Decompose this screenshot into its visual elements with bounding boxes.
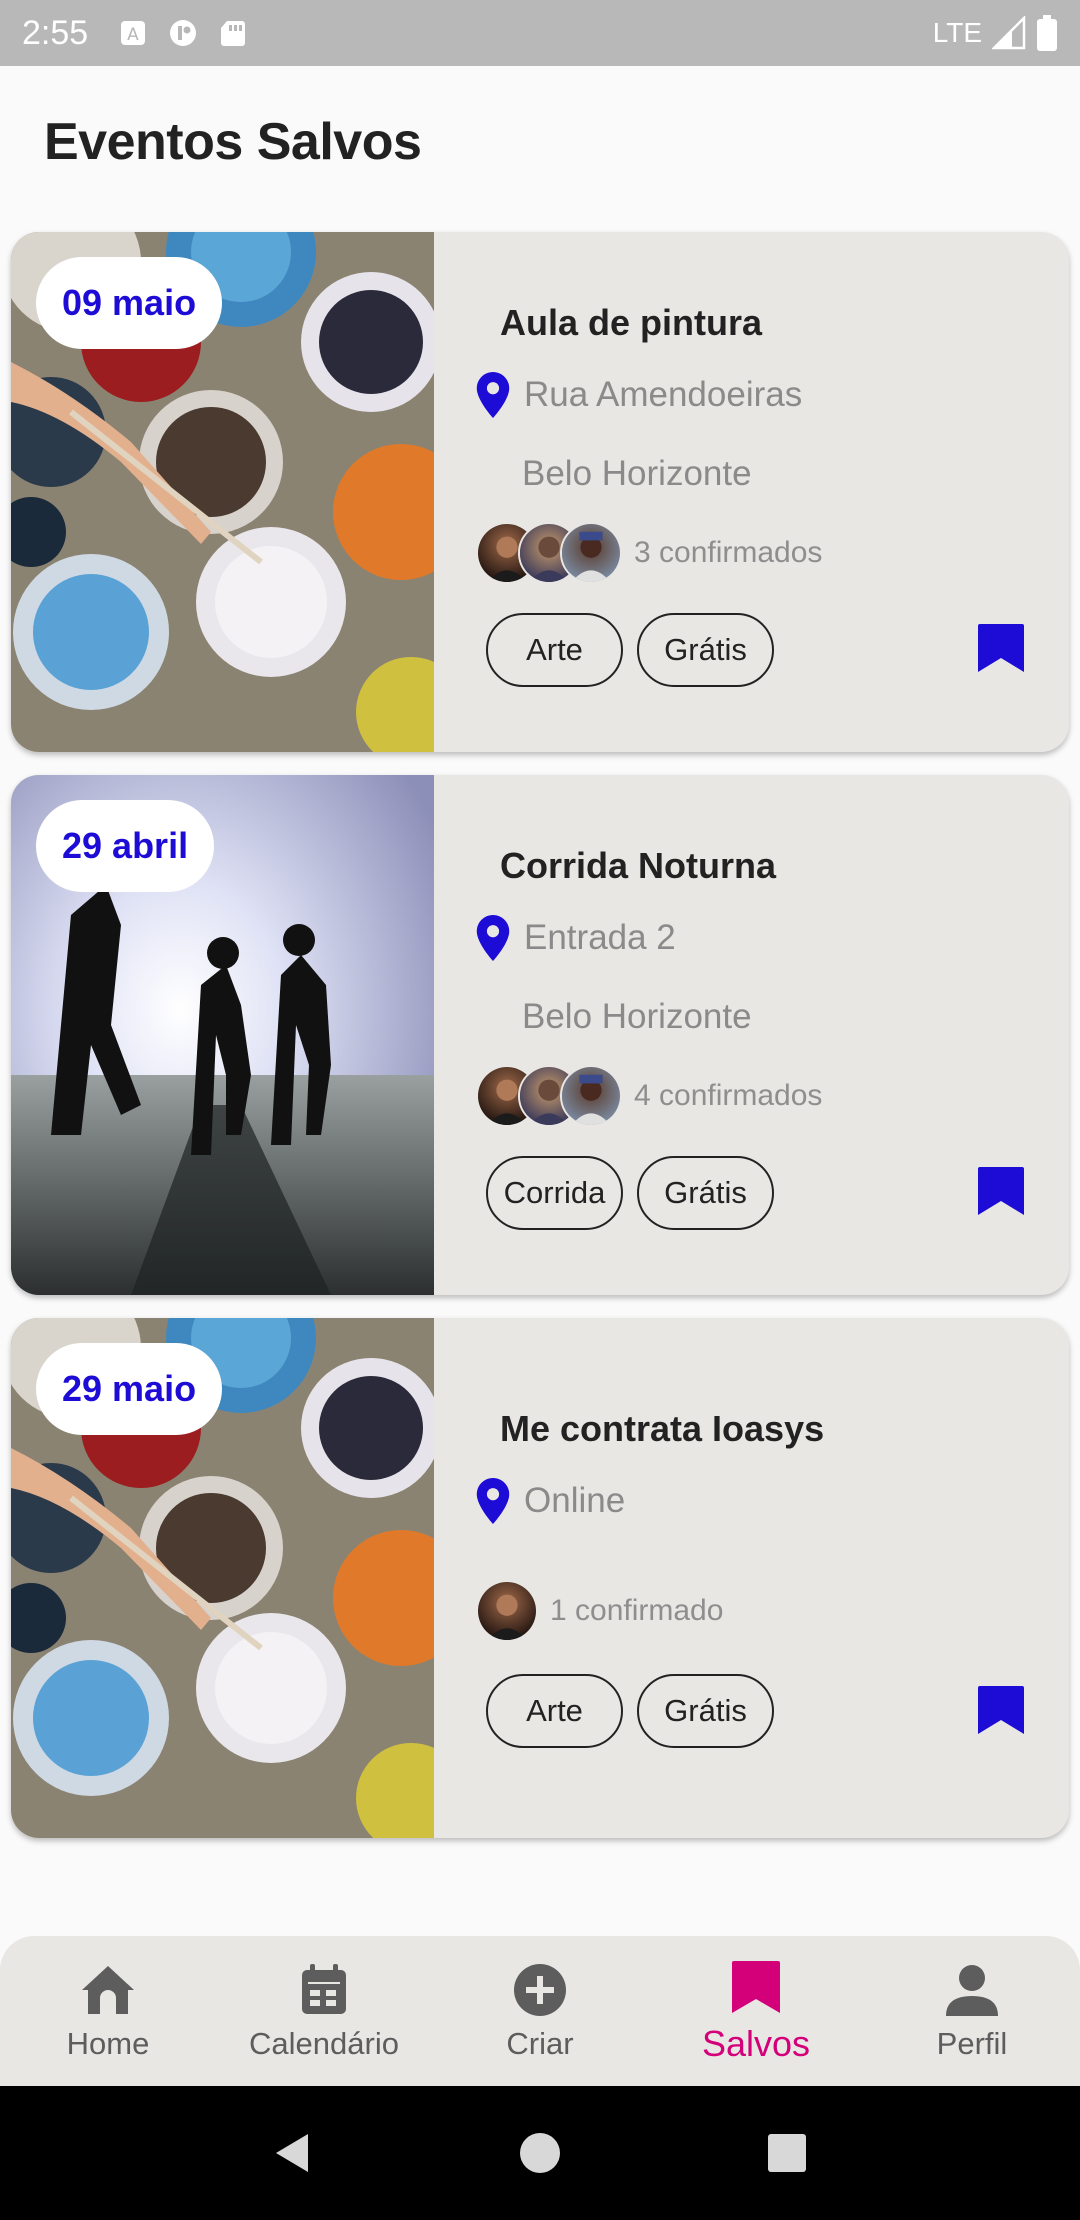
event-date-badge: 29 maio <box>36 1343 223 1435</box>
event-city: Belo Horizonte <box>522 454 752 493</box>
tag-chip[interactable]: Grátis <box>637 1674 774 1748</box>
nav-label: Criar <box>506 2026 574 2061</box>
home-circle-icon[interactable] <box>517 2130 563 2176</box>
avatar <box>476 1580 538 1642</box>
tag-chip[interactable]: Grátis <box>637 613 774 687</box>
sd-card-icon <box>221 21 246 46</box>
home-icon <box>82 1966 134 2014</box>
event-card[interactable]: 29 maio Me contrata Ioasys Online 1 conf… <box>11 1318 1069 1838</box>
system-navigation-bar <box>0 2086 1080 2220</box>
avatar <box>560 522 622 584</box>
event-title[interactable]: Me contrata Ioasys <box>500 1408 824 1450</box>
location-pin-icon <box>476 1478 510 1524</box>
person-icon <box>946 1965 998 2016</box>
attendee-avatars <box>476 1065 622 1127</box>
attendee-count: 1 confirmado <box>550 1594 724 1627</box>
event-title[interactable]: Corrida Noturna <box>500 845 776 887</box>
nav-item-saved[interactable]: Salvos <box>656 1957 856 2065</box>
event-date-badge: 29 abril <box>36 800 215 892</box>
tag-chip[interactable]: Grátis <box>637 1156 774 1230</box>
attendee-count: 3 confirmados <box>634 536 823 569</box>
bottom-navigation: Home Calendário Criar Salvos Perfil <box>0 1936 1080 2086</box>
nav-item-profile[interactable]: Perfil <box>872 1960 1072 2062</box>
nav-label: Perfil <box>936 2026 1008 2061</box>
tag-chip[interactable]: Arte <box>486 613 623 687</box>
nav-item-calendar[interactable]: Calendário <box>224 1960 424 2062</box>
back-icon[interactable] <box>270 2130 316 2176</box>
bookmark-icon[interactable] <box>976 1684 1026 1736</box>
event-card[interactable]: 29 abril Corrida Noturna Entrada 2 Belo … <box>11 775 1069 1295</box>
bookmark-icon <box>732 1961 780 2013</box>
attendee-avatars <box>476 1580 538 1642</box>
svg-text:A: A <box>127 25 139 45</box>
nav-item-home[interactable]: Home <box>8 1960 208 2062</box>
avatar <box>560 1065 622 1127</box>
bookmark-icon[interactable] <box>976 1165 1026 1217</box>
event-location: Online <box>524 1481 626 1520</box>
status-bar: 2:55 A LTE <box>0 0 1080 66</box>
page-title: Eventos Salvos <box>44 113 422 171</box>
battery-icon <box>1037 15 1057 51</box>
add-circle-icon <box>514 1964 566 2016</box>
nav-label: Salvos <box>701 2023 811 2064</box>
nav-item-create[interactable]: Criar <box>440 1960 640 2062</box>
nav-label: Home <box>66 2026 150 2061</box>
event-location: Entrada 2 <box>524 918 676 957</box>
tag-chip[interactable]: Arte <box>486 1674 623 1748</box>
attendee-count: 4 confirmados <box>634 1079 823 1112</box>
event-title[interactable]: Aula de pintura <box>500 302 762 344</box>
attendee-avatars <box>476 522 622 584</box>
event-date-badge: 09 maio <box>36 257 223 349</box>
app-notification-icon <box>170 20 197 46</box>
a-notification-icon: A <box>121 21 146 45</box>
nav-label: Calendário <box>249 2026 399 2061</box>
status-time: 2:55 <box>22 13 89 52</box>
event-card[interactable]: 09 maio Aula de pintura Rua Amendoeiras … <box>11 232 1069 752</box>
location-pin-icon <box>476 915 510 961</box>
location-pin-icon <box>476 372 510 418</box>
recents-icon[interactable] <box>764 2130 810 2176</box>
bookmark-icon[interactable] <box>976 622 1026 674</box>
signal-icon <box>992 16 1026 50</box>
tag-chip[interactable]: Corrida <box>486 1156 623 1230</box>
calendar-icon <box>302 1964 346 2014</box>
event-location: Rua Amendoeiras <box>524 375 803 414</box>
event-city: Belo Horizonte <box>522 997 752 1036</box>
network-type: LTE <box>932 17 982 48</box>
